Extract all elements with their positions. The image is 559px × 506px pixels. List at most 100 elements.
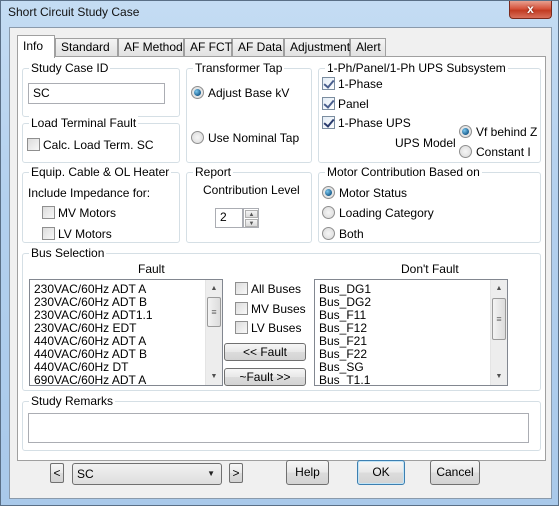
- radio-unselected[interactable]: [191, 131, 204, 144]
- lv-motors-checkbox[interactable]: LV Motors: [42, 227, 112, 241]
- next-case-button[interactable]: >: [229, 463, 243, 483]
- mv-buses-checkbox[interactable]: MV Buses: [235, 302, 306, 316]
- checkbox-box[interactable]: [322, 116, 335, 129]
- fault-listbox[interactable]: 230VAC/60Hz ADT A 230VAC/60Hz ADT B 230V…: [29, 279, 223, 386]
- spin-up-icon[interactable]: ▲: [245, 210, 258, 218]
- radio-unselected[interactable]: [322, 227, 335, 240]
- both-radio[interactable]: Both: [322, 227, 364, 241]
- tab-alert[interactable]: Alert: [350, 38, 386, 57]
- radio-selected[interactable]: [322, 186, 335, 199]
- lv-motors-label: LV Motors: [58, 227, 112, 241]
- study-case-id-input[interactable]: SC: [28, 83, 165, 104]
- transformer-tap-group: Transformer Tap Adjust Base kV Use Nomin…: [186, 61, 312, 163]
- checkbox-box[interactable]: [235, 302, 248, 315]
- move-to-dont-fault-button[interactable]: ~Fault >>: [224, 368, 306, 386]
- lv-buses-checkbox[interactable]: LV Buses: [235, 321, 301, 335]
- tab-af-method[interactable]: AF Method: [118, 38, 184, 57]
- calc-load-term-checkbox[interactable]: Calc. Load Term. SC: [27, 138, 154, 152]
- scroll-thumb[interactable]: ≡: [492, 298, 506, 340]
- include-impedance-label: Include Impedance for:: [28, 186, 151, 200]
- checkbox-box[interactable]: [27, 138, 40, 151]
- study-remarks-label: Study Remarks: [29, 394, 116, 408]
- list-item[interactable]: Bus_F12: [319, 322, 367, 334]
- prev-case-button[interactable]: <: [50, 463, 64, 483]
- checkbox-box[interactable]: [322, 77, 335, 90]
- one-phase-ups-checkbox[interactable]: 1-Phase UPS: [322, 116, 411, 130]
- ok-button[interactable]: OK: [357, 460, 405, 485]
- constant-i-radio[interactable]: Constant I: [459, 145, 531, 159]
- list-item[interactable]: Bus_F11: [319, 309, 366, 321]
- move-to-fault-button[interactable]: << Fault: [224, 343, 306, 361]
- tab-info[interactable]: Info: [17, 35, 55, 58]
- list-item[interactable]: 440VAC/60Hz ADT B: [34, 348, 147, 360]
- contribution-level-input[interactable]: 2: [215, 208, 243, 228]
- list-item[interactable]: 230VAC/60Hz ADT A: [34, 283, 146, 295]
- scroll-down-icon[interactable]: ▼: [206, 368, 222, 385]
- tab-af-data[interactable]: AF Data: [232, 38, 284, 57]
- contribution-level-spinner[interactable]: ▲ ▼: [243, 208, 259, 228]
- panel-checkbox[interactable]: Panel: [322, 97, 369, 111]
- dont-fault-list-scrollbar[interactable]: ▲ ≡ ▼: [490, 280, 507, 385]
- radio-selected[interactable]: [191, 86, 204, 99]
- close-button[interactable]: x: [509, 1, 552, 19]
- vf-behind-z-label: Vf behind Z: [476, 125, 538, 139]
- window-title: Short Circuit Study Case: [8, 5, 140, 19]
- list-item[interactable]: Bus_F22: [319, 348, 367, 360]
- checkbox-box[interactable]: [42, 206, 55, 219]
- tab-standard[interactable]: Standard: [55, 38, 118, 57]
- list-item[interactable]: Bus_DG1: [319, 283, 371, 295]
- one-phase-checkbox[interactable]: 1-Phase: [322, 77, 383, 91]
- loading-category-radio[interactable]: Loading Category: [322, 206, 434, 220]
- list-item[interactable]: 230VAC/60Hz EDT: [34, 322, 137, 334]
- equip-cable-label: Equip. Cable & OL Heater: [29, 165, 172, 179]
- mv-motors-checkbox[interactable]: MV Motors: [42, 206, 116, 220]
- checkbox-box[interactable]: [322, 97, 335, 110]
- use-nominal-tap-radio[interactable]: Use Nominal Tap: [191, 131, 299, 145]
- dialog-client: Info Standard AF Method AF FCT AF Data A…: [9, 27, 552, 499]
- list-item[interactable]: Bus_DG2: [319, 296, 371, 308]
- info-tab-panel: Study Case ID SC Load Terminal Fault Cal…: [17, 56, 546, 461]
- study-remarks-input[interactable]: [28, 413, 529, 443]
- spin-down-icon[interactable]: ▼: [245, 219, 258, 227]
- list-item[interactable]: 230VAC/60Hz ADT B: [34, 296, 147, 308]
- chevron-down-icon: ▼: [207, 469, 215, 478]
- radio-unselected[interactable]: [459, 145, 472, 158]
- checkbox-box[interactable]: [235, 282, 248, 295]
- list-item[interactable]: 440VAC/60Hz DT: [34, 361, 128, 373]
- equip-cable-group: Equip. Cable & OL Heater Include Impedan…: [22, 165, 180, 243]
- radio-unselected[interactable]: [322, 206, 335, 219]
- study-case-select[interactable]: SC ▼: [72, 463, 222, 485]
- all-buses-checkbox[interactable]: All Buses: [235, 282, 301, 296]
- dont-fault-listbox[interactable]: Bus_DG1 Bus_DG2 Bus_F11 Bus_F12 Bus_F21 …: [314, 279, 508, 386]
- checkbox-box[interactable]: [42, 227, 55, 240]
- scroll-up-icon[interactable]: ▲: [206, 280, 222, 297]
- tab-af-fct[interactable]: AF FCT: [184, 38, 232, 57]
- list-item[interactable]: 440VAC/60Hz ADT A: [34, 335, 146, 347]
- scroll-thumb[interactable]: ≡: [207, 297, 221, 327]
- load-terminal-fault-label: Load Terminal Fault: [29, 116, 139, 130]
- list-item[interactable]: 230VAC/60Hz ADT1.1: [34, 309, 153, 321]
- radio-selected[interactable]: [459, 125, 472, 138]
- scroll-down-icon[interactable]: ▼: [491, 368, 507, 385]
- constant-i-label: Constant I: [476, 145, 531, 159]
- chevron-left-icon: <: [53, 466, 61, 480]
- list-item[interactable]: Bus_SG: [319, 361, 364, 373]
- dialog-window: Short Circuit Study Case x Info Standard…: [0, 0, 559, 506]
- list-item[interactable]: 690VAC/60Hz ADT A: [34, 374, 146, 385]
- calc-load-term-label: Calc. Load Term. SC: [43, 138, 154, 152]
- help-button[interactable]: Help: [286, 460, 329, 485]
- vf-behind-z-radio[interactable]: Vf behind Z: [459, 125, 537, 139]
- list-item[interactable]: Bus_F21: [319, 335, 367, 347]
- adjust-base-kv-radio[interactable]: Adjust Base kV: [191, 86, 289, 100]
- title-bar[interactable]: Short Circuit Study Case x: [1, 1, 558, 25]
- both-label: Both: [339, 227, 364, 241]
- list-item[interactable]: Bus_T1.1: [319, 374, 370, 385]
- tab-adjustment[interactable]: Adjustment: [284, 38, 350, 57]
- fault-list-scrollbar[interactable]: ▲ ≡ ▼: [205, 280, 222, 385]
- contribution-level-label: Contribution Level: [203, 183, 300, 197]
- cancel-button[interactable]: Cancel: [430, 460, 480, 485]
- motor-status-radio[interactable]: Motor Status: [322, 186, 407, 200]
- scroll-up-icon[interactable]: ▲: [491, 280, 507, 297]
- subsystem-label: 1-Ph/Panel/1-Ph UPS Subsystem: [325, 61, 508, 75]
- checkbox-box[interactable]: [235, 321, 248, 334]
